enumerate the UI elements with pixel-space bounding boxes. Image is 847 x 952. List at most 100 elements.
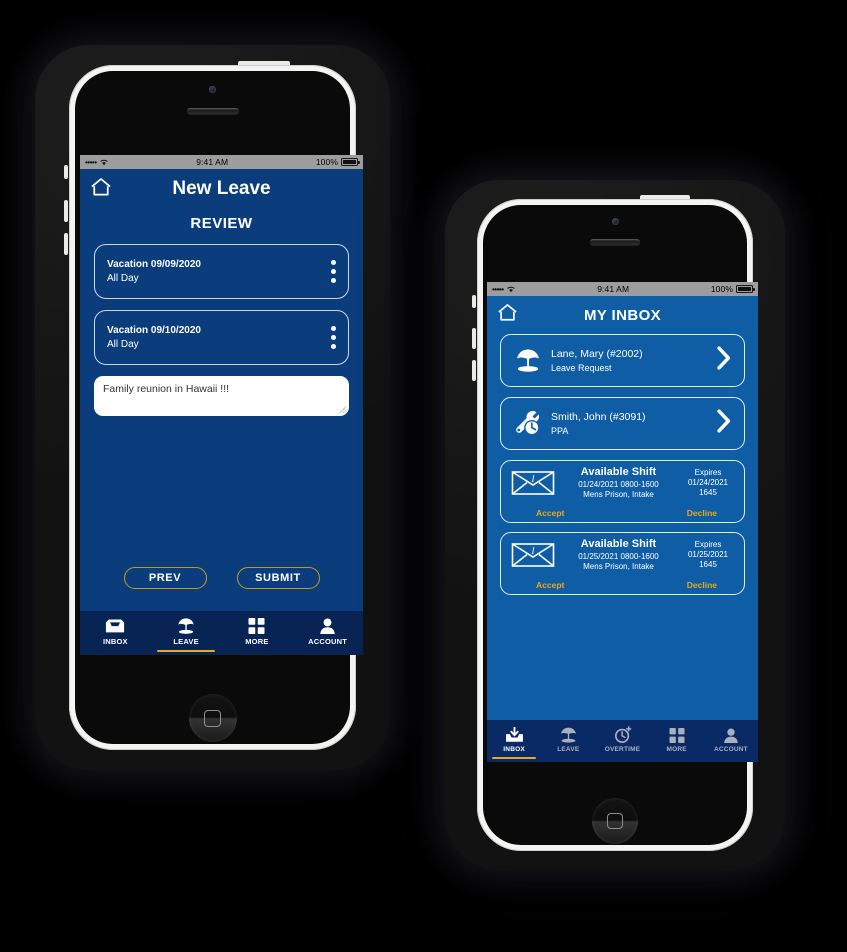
inbox-item-meta: Lane, Mary (#2002) Leave Request bbox=[547, 347, 716, 374]
wrench-clock-icon bbox=[509, 411, 547, 436]
phone-left: ••••• 9:41 AM 100% New Leave REVIEW Vaca… bbox=[35, 45, 390, 770]
beach-umbrella-icon bbox=[509, 349, 547, 372]
inbox-list-item[interactable]: Lane, Mary (#2002) Leave Request bbox=[500, 334, 745, 387]
shift-expiry: Expires 01/25/2021 1645 bbox=[679, 540, 737, 570]
volume-down-button-right[interactable] bbox=[472, 360, 476, 381]
clock-plus-icon bbox=[614, 726, 631, 743]
tab-bar-left: INBOX LEAVE MORE ACCOUNT bbox=[80, 611, 363, 655]
wifi-icon bbox=[506, 286, 515, 293]
tab-label: OVERTIME bbox=[604, 746, 641, 753]
home-icon[interactable] bbox=[90, 177, 112, 202]
status-time: 9:41 AM bbox=[597, 284, 630, 294]
front-camera-left bbox=[209, 86, 216, 93]
accept-button[interactable]: Accept bbox=[536, 580, 564, 590]
earpiece-speaker-right bbox=[590, 239, 640, 245]
grid-squares-icon bbox=[248, 618, 265, 634]
shift-location: Mens Prison, Intake bbox=[583, 489, 654, 499]
tab-label: ACCOUNT bbox=[308, 637, 348, 646]
active-tab-underline bbox=[492, 756, 537, 759]
app-header-left: New Leave bbox=[80, 169, 363, 209]
battery-percent: 100% bbox=[710, 284, 733, 294]
chevron-right-icon[interactable] bbox=[716, 409, 736, 438]
status-bar-left-group: ••••• bbox=[85, 158, 109, 167]
wifi-icon bbox=[99, 159, 108, 166]
available-shift-card[interactable]: I Available Shift 01/24/2021 0800-1600 M… bbox=[500, 460, 745, 523]
envelope-icon: I bbox=[508, 541, 558, 569]
note-textarea[interactable]: Family reunion in Hawaii !!! bbox=[94, 376, 349, 416]
shift-location: Mens Prison, Intake bbox=[583, 561, 654, 571]
decline-button[interactable]: Decline bbox=[687, 580, 717, 590]
volume-down-button-left[interactable] bbox=[64, 233, 68, 255]
beach-umbrella-icon bbox=[178, 618, 194, 634]
shift-card-details: Available Shift 01/24/2021 0800-1600 Men… bbox=[558, 466, 679, 500]
tab-label: ACCOUNT bbox=[713, 746, 748, 753]
home-icon[interactable] bbox=[497, 303, 518, 327]
tab-label: MORE bbox=[245, 637, 269, 646]
home-button-left[interactable] bbox=[188, 694, 237, 742]
volume-up-button-left[interactable] bbox=[64, 200, 68, 222]
tab-more[interactable]: MORE bbox=[650, 720, 704, 759]
tab-label: INBOX bbox=[102, 637, 128, 646]
battery-icon bbox=[341, 158, 360, 166]
earpiece-speaker-left bbox=[186, 108, 239, 114]
inbox-list-item[interactable]: Smith, John (#3091) PPA bbox=[500, 397, 745, 450]
status-bar-left: ••••• 9:41 AM 100% bbox=[80, 155, 363, 169]
envelope-icon: I bbox=[508, 469, 558, 497]
home-button-right[interactable] bbox=[592, 798, 638, 844]
kebab-menu-icon[interactable] bbox=[323, 260, 336, 283]
leave-card-subtitle: All Day bbox=[107, 272, 139, 284]
app-body-right: Lane, Mary (#2002) Leave Request Smith, … bbox=[487, 334, 758, 720]
battery-icon bbox=[736, 285, 755, 293]
leave-card-title: Vacation 09/10/2020 bbox=[107, 325, 201, 336]
chevron-right-icon[interactable] bbox=[716, 346, 736, 375]
prev-button[interactable]: PREV bbox=[123, 567, 207, 589]
shift-card-actions: Accept Decline bbox=[508, 508, 737, 518]
status-bar-left-group: ••••• bbox=[492, 285, 516, 294]
tab-inbox[interactable]: INBOX bbox=[487, 720, 541, 759]
tab-leave[interactable]: LEAVE bbox=[151, 611, 222, 652]
person-icon bbox=[320, 618, 335, 634]
expires-date: 01/25/2021 bbox=[687, 549, 729, 559]
submit-button[interactable]: SUBMIT bbox=[236, 567, 320, 589]
tab-inbox[interactable]: INBOX bbox=[80, 611, 151, 652]
available-shift-card[interactable]: I Available Shift 01/25/2021 0800-1600 M… bbox=[500, 532, 745, 595]
tab-account[interactable]: ACCOUNT bbox=[704, 720, 758, 759]
accept-button[interactable]: Accept bbox=[536, 508, 564, 518]
shift-datetime: 01/24/2021 0800-1600 bbox=[578, 479, 659, 489]
volume-up-button-right[interactable] bbox=[472, 328, 476, 349]
svg-text:I: I bbox=[531, 474, 536, 484]
shift-card-top: I Available Shift 01/24/2021 0800-1600 M… bbox=[508, 466, 737, 500]
shift-title: Available Shift bbox=[580, 466, 657, 478]
person-icon bbox=[724, 728, 738, 743]
status-bar-right: ••••• 9:41 AM 100% bbox=[487, 282, 758, 296]
tab-label: INBOX bbox=[503, 746, 525, 753]
tab-leave[interactable]: LEAVE bbox=[541, 720, 595, 759]
expires-label: Expires bbox=[694, 539, 722, 549]
shift-card-details: Available Shift 01/25/2021 0800-1600 Men… bbox=[558, 538, 679, 572]
page-title: MY INBOX bbox=[583, 306, 662, 324]
leave-card[interactable]: Vacation 09/10/2020 All Day bbox=[94, 310, 349, 365]
tab-label: LEAVE bbox=[173, 637, 199, 646]
kebab-menu-icon[interactable] bbox=[323, 326, 336, 349]
tab-more[interactable]: MORE bbox=[222, 611, 293, 652]
leave-card-subtitle: All Day bbox=[107, 338, 139, 350]
tab-overtime[interactable]: OVERTIME bbox=[595, 720, 649, 759]
shift-card-top: I Available Shift 01/25/2021 0800-1600 M… bbox=[508, 538, 737, 572]
shift-card-actions: Accept Decline bbox=[508, 580, 737, 590]
mute-switch-left[interactable] bbox=[64, 165, 68, 179]
inbox-item-type: PPA bbox=[551, 425, 569, 436]
inbox-item-name: Smith, John (#3091) bbox=[551, 410, 646, 423]
mute-switch-right[interactable] bbox=[472, 295, 476, 308]
tab-bar-right: INBOX LEAVE OVERTIME MORE ACCOUNT bbox=[487, 720, 758, 762]
screen-left: ••••• 9:41 AM 100% New Leave REVIEW Vaca… bbox=[80, 155, 363, 655]
leave-card[interactable]: Vacation 09/09/2020 All Day bbox=[94, 244, 349, 299]
decline-button[interactable]: Decline bbox=[687, 508, 717, 518]
svg-text:I: I bbox=[531, 546, 536, 556]
active-tab-underline bbox=[157, 649, 216, 652]
battery-percent: 100% bbox=[315, 157, 338, 167]
section-title-review: REVIEW bbox=[190, 215, 253, 232]
app-header-right: MY INBOX bbox=[487, 296, 758, 334]
tab-account[interactable]: ACCOUNT bbox=[292, 611, 363, 652]
screen-right: ••••• 9:41 AM 100% MY INBOX Lane, Mary (… bbox=[487, 282, 758, 762]
shift-title: Available Shift bbox=[580, 538, 657, 550]
